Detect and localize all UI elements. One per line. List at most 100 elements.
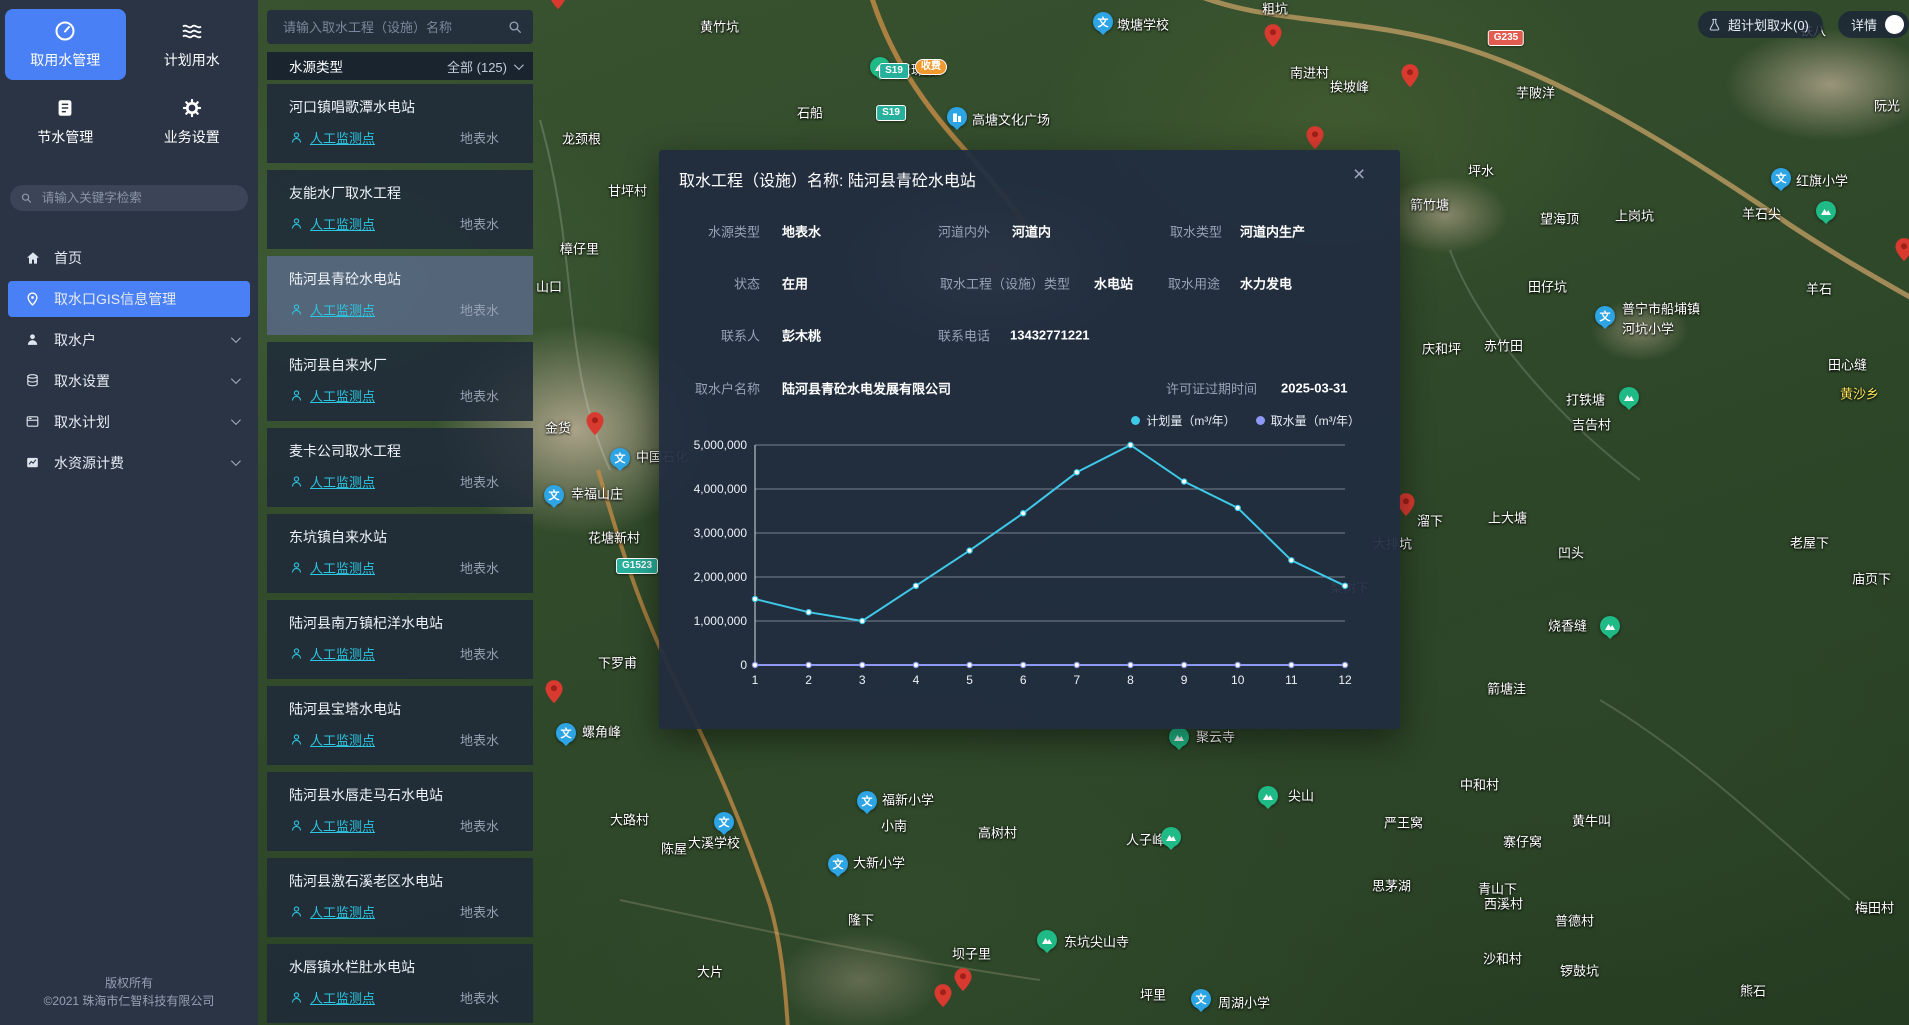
svg-text:0: 0 [740,658,747,672]
close-icon[interactable]: × [1353,164,1365,185]
water-source-type: 地表水 [460,558,499,577]
sidebar-tile-business-settings[interactable]: 业务设置 [132,86,253,157]
svg-text:7: 7 [1073,673,1080,687]
road-badge: S19 [876,105,906,121]
building-marker-icon[interactable] [947,107,967,127]
mountain-marker-icon[interactable] [1816,201,1836,221]
map-place-label: 幸福山庄 [571,484,623,503]
map-place-label: 金货 [545,418,571,437]
station-list-item[interactable]: 陆河县自来水厂人工监测点地表水 [267,342,533,421]
map-place-label: 河坑小学 [1622,319,1674,338]
mountain-marker-icon[interactable] [1600,616,1620,636]
school-marker-icon[interactable]: 文 [544,485,564,505]
svg-text:3,000,000: 3,000,000 [694,526,748,540]
station-list-item[interactable]: 陆河县水唇走马石水电站人工监测点地表水 [267,772,533,851]
map-place-label: 人子峰 [1126,830,1165,849]
map-place-label: 普宁市船埔镇 [1622,299,1700,318]
field-label: 取水工程（设施）类型 [940,274,1070,293]
station-list-item[interactable]: 陆河县宝塔水电站人工监测点地表水 [267,686,533,765]
svg-text:12: 12 [1338,673,1352,687]
map-pin-icon[interactable] [955,968,972,994]
toggle-knob[interactable] [1885,15,1904,34]
mountain-marker-icon[interactable] [1169,727,1189,747]
sidebar-item-intake-settings[interactable]: 取水设置 [8,363,250,399]
mountain-marker-icon[interactable] [1037,930,1057,950]
station-list-panel: 水源类型 全部 (125) 河口镇唱歌潭水电站人工监测点地表水友能水厂取水工程人… [267,10,533,1025]
filter-dropdown[interactable]: 全部 (125) [447,57,521,76]
school-marker-icon[interactable]: 文 [714,812,734,832]
station-list-item[interactable]: 陆河县激石溪老区水电站人工监测点地表水 [267,858,533,937]
sidebar-item-intake-plan[interactable]: 取水计划 [8,404,250,440]
keyword-search-input[interactable] [40,190,238,206]
station-name: 东坑镇自来水站 [289,527,519,547]
field-value: 在用 [782,274,808,293]
school-marker-icon[interactable]: 文 [857,791,877,811]
search-icon[interactable] [507,19,523,35]
field-value: 彭木桃 [782,326,821,345]
svg-text:9: 9 [1181,673,1188,687]
details-toggle[interactable]: 详情 [1838,11,1909,38]
person-icon [289,818,304,833]
person-icon [289,560,304,575]
svg-text:6: 6 [1020,673,1027,687]
school-marker-icon[interactable]: 文 [610,448,630,468]
intake-chart: 01,000,0002,000,0003,000,0004,000,0005,0… [659,395,1400,695]
sidebar-tile-water-saving[interactable]: 节水管理 [5,86,126,157]
svg-text:3: 3 [859,673,866,687]
map-pin-icon[interactable] [1307,126,1324,152]
map-pin-icon[interactable] [1896,238,1909,264]
school-marker-icon[interactable]: 文 [828,854,848,874]
station-list-item[interactable]: 陆河县南万镇杞洋水电站人工监测点 地表水 [267,600,533,679]
school-marker-icon[interactable]: 文 [556,723,576,743]
school-marker-icon[interactable]: 文 [1595,306,1615,326]
school-marker-icon[interactable]: 文 [1771,168,1791,188]
station-list-item[interactable]: 友能水厂取水工程人工监测点地表水 [267,170,533,249]
station-list-item[interactable]: 东坑镇自来水站人工监测点地表水 [267,514,533,593]
map-place-label: 樟仔里 [560,239,599,258]
chevron-down-icon [514,60,524,70]
mountain-marker-icon[interactable] [1619,387,1639,407]
water-source-type: 地表水 [460,300,499,319]
station-search-input[interactable] [281,19,507,36]
map-pin-icon[interactable] [587,412,604,438]
field-label: 取水类型 [1170,222,1222,241]
map-pin-icon[interactable] [550,0,567,12]
water-source-type: 地表水 [460,386,499,405]
search-icon [20,191,33,205]
station-list-item[interactable]: 陆河县青砼水电站人工监测点地表水 [267,256,533,335]
sidebar-item-intake-gis[interactable]: 取水口GIS信息管理 [8,281,250,317]
water-source-type: 地表水 [460,730,499,749]
map-pin-icon[interactable] [1398,493,1415,519]
mountain-marker-icon[interactable] [1161,827,1181,847]
monitor-type: 人工监测点 [310,816,375,835]
field-label: 联系电话 [938,326,990,345]
sidebar-item-water-users[interactable]: 取水户 [8,322,250,358]
station-list: 河口镇唱歌潭水电站人工监测点地表水友能水厂取水工程人工监测点地表水陆河县青砼水电… [267,84,533,1023]
station-list-item[interactable]: 水唇镇水栏肚水电站人工监测点地表水 [267,944,533,1023]
map-place-label: 庙页下 [1852,569,1891,588]
station-list-item[interactable]: 麦卡公司取水工程人工监测点地表水 [267,428,533,507]
water-source-type: 地表水 [460,644,499,663]
map-pin-icon[interactable] [1402,64,1419,90]
menu-label: 取水口GIS信息管理 [54,289,176,309]
field-value: 13432771221 [1010,328,1090,343]
map-pin-icon[interactable] [546,680,563,706]
location-pin-icon [24,290,41,307]
sidebar-item-water-billing[interactable]: 水资源计费 [8,445,250,481]
monitor-type: 人工监测点 [310,644,375,663]
sidebar-item-home[interactable]: 首页 [8,240,250,276]
mountain-marker-icon[interactable] [1258,786,1278,806]
map-pin-icon[interactable] [1265,24,1282,50]
sidebar-tile-water-intake-mgmt[interactable]: 取用水管理 [5,9,126,80]
station-name: 陆河县南万镇杞洋水电站 [289,613,519,633]
person-icon [289,732,304,747]
map-place-label: 思茅湖 [1372,876,1411,895]
svg-text:10: 10 [1231,673,1245,687]
over-plan-intake-badge[interactable]: 超计划取水(0) [1698,11,1823,38]
sidebar-tile-planned-water[interactable]: 计划用水 [132,9,253,80]
school-marker-icon[interactable]: 文 [1191,989,1211,1009]
station-list-item[interactable]: 河口镇唱歌潭水电站人工监测点地表水 [267,84,533,163]
map-place-label: 坪里 [1140,985,1166,1004]
school-marker-icon[interactable]: 文 [1093,12,1113,32]
map-pin-icon[interactable] [935,984,952,1010]
